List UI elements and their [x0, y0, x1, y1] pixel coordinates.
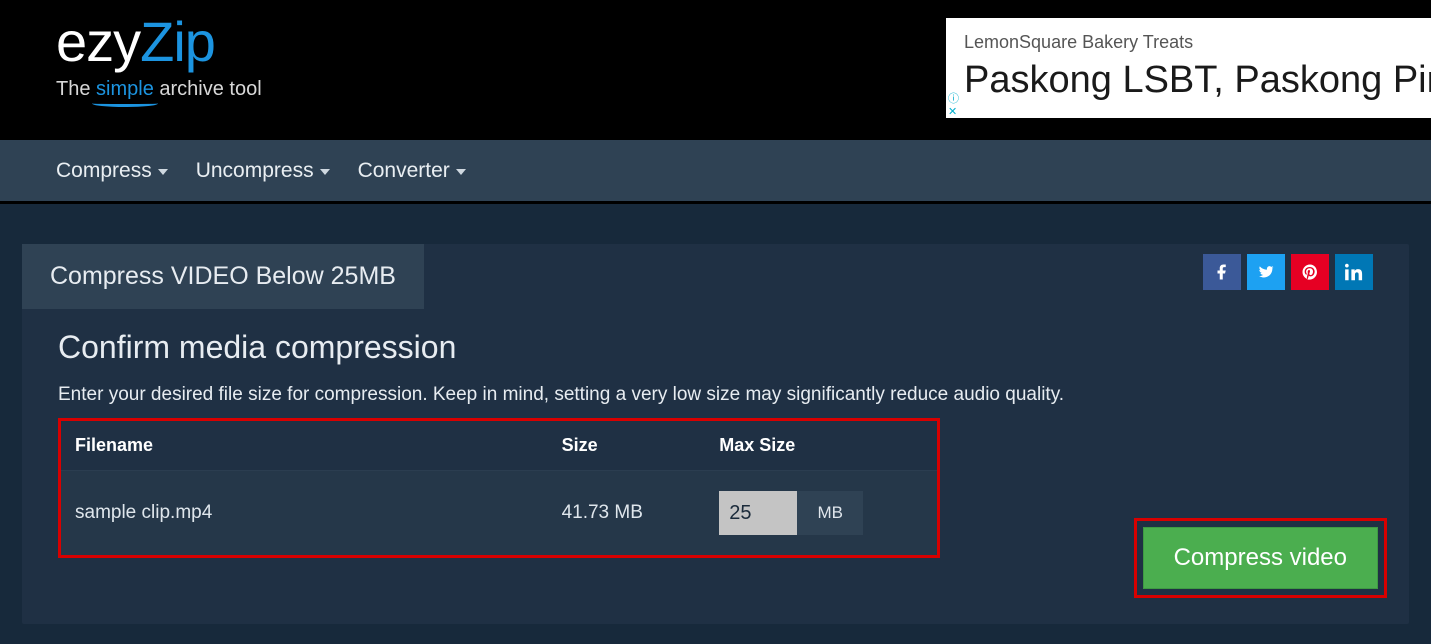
page-heading: Confirm media compression — [58, 329, 1373, 366]
nav-uncompress[interactable]: Uncompress — [196, 159, 330, 183]
ad-headline: Paskong LSBT, Paskong Pin — [964, 59, 1413, 102]
facebook-share-button[interactable] — [1203, 254, 1241, 290]
logo-part2: Zip — [140, 10, 215, 73]
facebook-icon — [1213, 263, 1231, 281]
active-tab[interactable]: Compress VIDEO Below 25MB — [22, 244, 424, 309]
cell-size: 41.73 MB — [552, 471, 710, 556]
cell-filename: sample clip.mp4 — [61, 471, 552, 556]
nav-converter[interactable]: Converter — [358, 159, 466, 183]
logo-text: ezyZip — [56, 14, 262, 70]
cta-highlight: Compress video — [1134, 518, 1387, 598]
content-card: Compress VIDEO Below 25MB Confirm media … — [22, 244, 1409, 624]
nav-compress[interactable]: Compress — [56, 159, 168, 183]
compress-video-button[interactable]: Compress video — [1143, 527, 1378, 589]
social-share-bar — [1203, 244, 1373, 290]
file-table: Filename Size Max Size sample clip.mp4 4… — [61, 421, 937, 555]
pinterest-share-button[interactable] — [1291, 254, 1329, 290]
table-header-row: Filename Size Max Size — [61, 421, 937, 471]
ad-kicker: LemonSquare Bakery Treats — [964, 32, 1413, 53]
logo-part1: ezy — [56, 10, 140, 73]
navbar: Compress Uncompress Converter — [0, 138, 1431, 204]
max-size-input[interactable] — [719, 491, 797, 535]
th-maxsize: Max Size — [709, 421, 937, 471]
th-size: Size — [552, 421, 710, 471]
cell-maxsize: MB — [709, 471, 937, 556]
chevron-down-icon — [456, 169, 466, 175]
table-row: sample clip.mp4 41.73 MB MB — [61, 471, 937, 556]
logo[interactable]: ezyZip The simple archive tool — [56, 14, 262, 101]
page-subtext: Enter your desired file size for compres… — [58, 384, 1373, 406]
logo-tagline: The simple archive tool — [56, 78, 262, 101]
header-bar: ezyZip The simple archive tool LemonSqua… — [0, 0, 1431, 138]
chevron-down-icon — [158, 169, 168, 175]
max-size-unit: MB — [797, 491, 863, 535]
chevron-down-icon — [320, 169, 330, 175]
main-area: Compress VIDEO Below 25MB Confirm media … — [0, 204, 1431, 644]
file-table-highlight: Filename Size Max Size sample clip.mp4 4… — [58, 418, 940, 558]
twitter-share-button[interactable] — [1247, 254, 1285, 290]
th-filename: Filename — [61, 421, 552, 471]
twitter-icon — [1257, 263, 1275, 281]
adchoices-icon[interactable]: ⓘ✕ — [946, 90, 962, 118]
linkedin-icon — [1345, 263, 1363, 281]
linkedin-share-button[interactable] — [1335, 254, 1373, 290]
ad-banner[interactable]: LemonSquare Bakery Treats Paskong LSBT, … — [946, 18, 1431, 118]
pinterest-icon — [1301, 263, 1319, 281]
